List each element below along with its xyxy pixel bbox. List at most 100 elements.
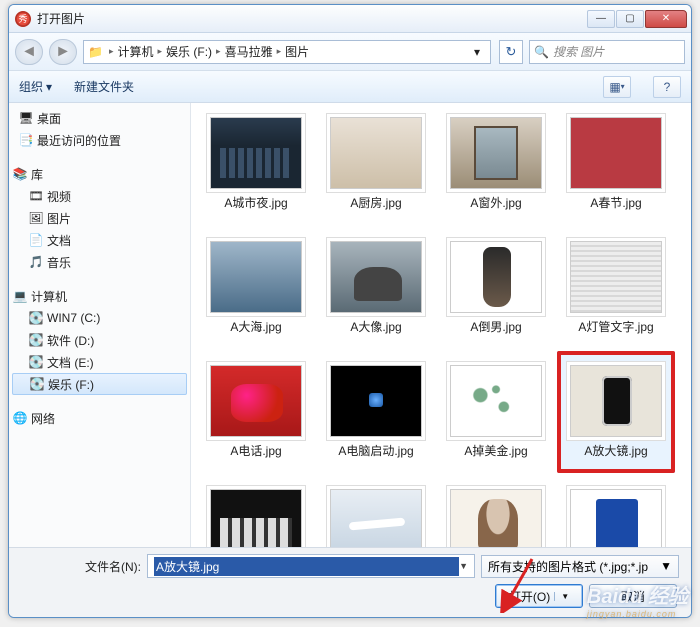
dialog-body: 🖥桌面 📑最近访问的位置 📚库 🎞视频 🖼图片 📄文档 🎵音乐 💻计算机 💽WI…: [9, 103, 691, 547]
file-name: A窗外.jpg: [470, 197, 521, 210]
desktop-icon: 🖥: [19, 111, 33, 125]
file-item[interactable]: A钢笔画.jpg: [437, 475, 555, 547]
thumbnail: [330, 241, 422, 313]
organize-button[interactable]: 组织▾: [19, 78, 52, 95]
sidebar-item-drive-c[interactable]: 💽WIN7 (C:): [9, 307, 190, 329]
music-icon: 🎵: [29, 255, 43, 269]
thumbnail: [330, 489, 422, 547]
sidebar-item-drive-e[interactable]: 💽文档 (E:): [9, 351, 190, 373]
crumb-drive[interactable]: 娱乐 (F:): [164, 43, 214, 60]
file-item[interactable]: A狗证.jpg: [557, 475, 675, 547]
network-icon: 🌐: [13, 411, 27, 425]
refresh-button[interactable]: ↻: [499, 40, 523, 64]
sidebar-item-drive-f[interactable]: 💽娱乐 (F:): [12, 373, 187, 395]
file-name: A城市夜.jpg: [224, 197, 287, 210]
file-item[interactable]: A大像.jpg: [317, 227, 435, 349]
file-item[interactable]: A倒男.jpg: [437, 227, 555, 349]
thumbnail: [210, 489, 302, 547]
filename-value: A放大镜.jpg: [154, 557, 459, 576]
folder-icon: 📁: [88, 45, 103, 59]
open-file-dialog: 秀 打开图片 — ▢ ✕ ◄ ► 📁 ▸ 计算机 ▸ 娱乐 (F:) ▸ 喜马拉…: [8, 4, 692, 618]
filter-text: 所有支持的图片格式 (*.jpg;*.jp: [488, 558, 648, 575]
recent-icon: 📑: [19, 133, 33, 147]
file-item[interactable]: A放大镜.jpg: [557, 351, 675, 473]
sidebar-item-recent[interactable]: 📑最近访问的位置: [9, 129, 190, 151]
thumbnail: [570, 241, 662, 313]
nav-back-button[interactable]: ◄: [15, 39, 43, 65]
file-name: A大像.jpg: [350, 321, 401, 334]
computer-icon: 💻: [13, 289, 27, 303]
file-item[interactable]: A电脑启动.jpg: [317, 351, 435, 473]
sidebar-item-pictures[interactable]: 🖼图片: [9, 207, 190, 229]
sidebar-item-computer[interactable]: 💻计算机: [9, 285, 190, 307]
file-item[interactable]: A春节.jpg: [557, 103, 675, 225]
crumb-folder-1[interactable]: 喜马拉雅: [223, 43, 275, 60]
sidebar-item-documents[interactable]: 📄文档: [9, 229, 190, 251]
crumb-computer[interactable]: 计算机: [115, 43, 155, 60]
view-mode-button[interactable]: ▦ ▾: [603, 76, 631, 98]
thumbnail: [450, 365, 542, 437]
file-name: A电话.jpg: [230, 445, 281, 458]
sidebar-item-libraries[interactable]: 📚库: [9, 163, 190, 185]
file-item[interactable]: A窗外.jpg: [437, 103, 555, 225]
open-button[interactable]: 打开(O)▼: [495, 584, 583, 608]
file-item[interactable]: A大海.jpg: [197, 227, 315, 349]
thumbnail: [450, 489, 542, 547]
filename-label: 文件名(N):: [21, 558, 141, 575]
sidebar-item-network[interactable]: 🌐网络: [9, 407, 190, 429]
file-item[interactable]: A放电影.jpg: [197, 475, 315, 547]
sidebar-item-desktop[interactable]: 🖥桌面: [9, 107, 190, 129]
file-pane[interactable]: A城市夜.jpg A厨房.jpg A窗外.jpg A春节.jpg A大海.jpg A大像.…: [191, 103, 691, 547]
new-folder-button[interactable]: 新建文件夹: [74, 78, 134, 95]
file-name: A厨房.jpg: [350, 197, 401, 210]
toolbar: 组织▾ 新建文件夹 ▦ ▾ ?: [9, 71, 691, 103]
drive-icon: 💽: [29, 311, 43, 325]
drive-icon: 💽: [30, 377, 44, 391]
thumbnail: [450, 241, 542, 313]
file-item[interactable]: A灯管文字.jpg: [557, 227, 675, 349]
file-name: A掉美金.jpg: [464, 445, 527, 458]
crumb-sep-icon: ▸: [214, 46, 223, 57]
sidebar-item-music[interactable]: 🎵音乐: [9, 251, 190, 273]
sidebar-item-videos[interactable]: 🎞视频: [9, 185, 190, 207]
library-icon: 📚: [13, 167, 27, 181]
search-icon: 🔍: [534, 45, 549, 59]
file-item[interactable]: A厨房.jpg: [317, 103, 435, 225]
thumbnails-icon: ▦: [609, 80, 620, 94]
maximize-button[interactable]: ▢: [616, 10, 644, 28]
file-item[interactable]: A电话.jpg: [197, 351, 315, 473]
thumbnail: [330, 365, 422, 437]
chevron-down-icon[interactable]: ▼: [459, 561, 468, 571]
file-item[interactable]: A掉美金.jpg: [437, 351, 555, 473]
crumb-sep-icon: ▸: [156, 46, 165, 57]
crumb-folder-2[interactable]: 图片: [283, 43, 311, 60]
close-button[interactable]: ✕: [645, 10, 687, 28]
search-input[interactable]: 🔍 搜索 图片: [529, 40, 685, 64]
address-bar[interactable]: 📁 ▸ 计算机 ▸ 娱乐 (F:) ▸ 喜马拉雅 ▸ 图片 ▾: [83, 40, 491, 64]
minimize-button[interactable]: —: [587, 10, 615, 28]
video-icon: 🎞: [29, 189, 43, 203]
title-bar: 秀 打开图片 — ▢ ✕: [9, 5, 691, 33]
file-name: A倒男.jpg: [470, 321, 521, 334]
file-name: A灯管文字.jpg: [578, 321, 653, 334]
help-button[interactable]: ?: [653, 76, 681, 98]
file-name: A放大镜.jpg: [584, 445, 647, 458]
drive-icon: 💽: [29, 355, 43, 369]
filename-input[interactable]: A放大镜.jpg ▼: [147, 554, 475, 578]
sidebar-item-drive-d[interactable]: 💽软件 (D:): [9, 329, 190, 351]
filetype-filter[interactable]: 所有支持的图片格式 (*.jpg;*.jp ▼: [481, 555, 679, 578]
address-dropdown-icon[interactable]: ▾: [468, 45, 486, 59]
thumbnail: [570, 117, 662, 189]
nav-row: ◄ ► 📁 ▸ 计算机 ▸ 娱乐 (F:) ▸ 喜马拉雅 ▸ 图片 ▾ ↻ 🔍 …: [9, 33, 691, 71]
cancel-button[interactable]: 取消: [589, 584, 677, 608]
file-item[interactable]: A城市夜.jpg: [197, 103, 315, 225]
chevron-down-icon: ▾: [621, 82, 625, 91]
crumb-sep-icon: ▸: [275, 46, 284, 57]
thumbnail: [330, 117, 422, 189]
app-icon: 秀: [15, 11, 31, 27]
sidebar: 🖥桌面 📑最近访问的位置 📚库 🎞视频 🖼图片 📄文档 🎵音乐 💻计算机 💽WI…: [9, 103, 191, 547]
file-item[interactable]: A飞机.jpg: [317, 475, 435, 547]
nav-forward-button[interactable]: ►: [49, 39, 77, 65]
crumb-sep-icon: ▸: [107, 46, 116, 57]
split-chevron-icon: ▼: [554, 592, 569, 601]
